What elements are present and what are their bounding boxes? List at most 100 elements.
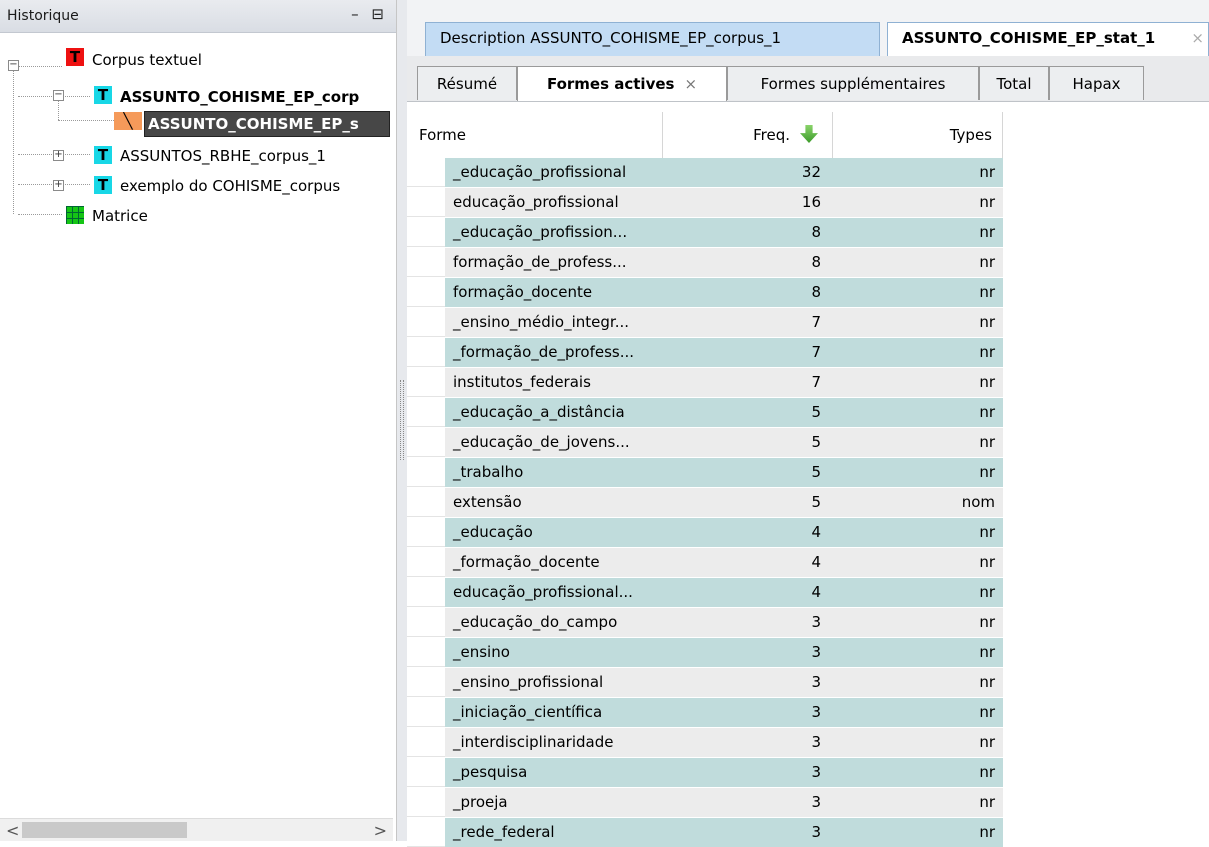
table-row[interactable]: formação_de_profess... 8 nr: [407, 248, 1209, 277]
cell-type: nr: [833, 398, 1003, 427]
tab-resume[interactable]: Résumé: [417, 66, 517, 100]
table-row[interactable]: _educação_a_distância 5 nr: [407, 398, 1209, 427]
table-row[interactable]: educação_profissional... 4 nr: [407, 578, 1209, 607]
row-empty-area: [1003, 248, 1209, 277]
cell-forme: _educação_profissional: [445, 158, 663, 187]
row-empty-area: [1003, 458, 1209, 487]
cell-type: nr: [833, 248, 1003, 277]
cell-type: nr: [833, 758, 1003, 787]
tab-label: Description ASSUNTO_COHISME_EP_corpus_1: [440, 29, 782, 47]
cell-freq: 8: [663, 278, 833, 307]
text-corpus-icon: T: [94, 86, 112, 104]
table-row[interactable]: _educação_profission... 8 nr: [407, 218, 1209, 247]
row-empty-area: [1003, 668, 1209, 697]
cell-freq: 8: [663, 218, 833, 247]
collapse-icon[interactable]: −: [53, 90, 64, 101]
table-row[interactable]: _educação_de_jovens... 5 nr: [407, 428, 1209, 457]
cell-freq: 5: [663, 428, 833, 457]
history-panel-title: Historique: [7, 8, 79, 24]
table-row[interactable]: _proeja 3 nr: [407, 788, 1209, 817]
cell-type: nr: [833, 578, 1003, 607]
row-empty-area: [1003, 368, 1209, 397]
tab-total[interactable]: Total: [979, 66, 1049, 100]
cell-freq: 4: [663, 548, 833, 577]
cell-forme: _ensino: [445, 638, 663, 667]
scroll-left-button[interactable]: <: [6, 821, 19, 840]
close-icon[interactable]: ×: [1191, 23, 1204, 53]
collapse-icon[interactable]: −: [8, 60, 19, 71]
table-row[interactable]: _formação_de_profess... 7 nr: [407, 338, 1209, 367]
table-row[interactable]: _pesquisa 3 nr: [407, 758, 1209, 787]
matrix-grid-icon: [66, 206, 84, 224]
column-header-types[interactable]: Types: [833, 112, 1003, 158]
panel-window-controls[interactable]: – ⊟: [351, 5, 388, 23]
table-row[interactable]: _rede_federal 3 nr: [407, 818, 1209, 847]
cell-type: nr: [833, 458, 1003, 487]
cell-forme: institutos_federais: [445, 368, 663, 397]
cell-type: nr: [833, 608, 1003, 637]
cell-forme: _educação_do_campo: [445, 608, 663, 637]
tree-node-corpus-textuel[interactable]: − T Corpus textuel: [0, 48, 396, 78]
row-empty-area: [1003, 698, 1209, 727]
tree-node-label: exemplo do COHISME_corpus: [120, 177, 341, 195]
table-row[interactable]: institutos_federais 7 nr: [407, 368, 1209, 397]
row-empty-area: [1003, 818, 1209, 847]
row-empty-area: [1003, 308, 1209, 337]
table-row[interactable]: _educação_do_campo 3 nr: [407, 608, 1209, 637]
tree-node-assunto-cohisme-ep-corpus[interactable]: − T ASSUNTO_COHISME_EP_corp: [0, 82, 396, 108]
table-row[interactable]: _ensino 3 nr: [407, 638, 1209, 667]
cell-type: nr: [833, 818, 1003, 847]
cell-type: nr: [833, 668, 1003, 697]
table-row[interactable]: formação_docente 8 nr: [407, 278, 1209, 307]
scroll-right-button[interactable]: >: [374, 821, 387, 840]
table-row[interactable]: _educação_profissional 32 nr: [407, 158, 1209, 187]
tree-node-label: ASSUNTOS_RBHE_corpus_1: [120, 147, 326, 165]
tree-node-assunto-cohisme-ep-stat[interactable]: ╲ ASSUNTO_COHISME_EP_s: [0, 110, 396, 137]
table-row[interactable]: _iniciação_científica 3 nr: [407, 698, 1209, 727]
tab-formes-actives[interactable]: Formes actives ×: [517, 66, 727, 101]
cell-freq: 4: [663, 578, 833, 607]
expand-icon[interactable]: +: [53, 150, 64, 161]
table-row[interactable]: educação_profissional 16 nr: [407, 188, 1209, 217]
column-header-forme[interactable]: Forme: [407, 112, 663, 158]
tree-node-exemplo-cohisme-corpus[interactable]: + T exemplo do COHISME_corpus: [0, 172, 396, 198]
tree-node-label: Matrice: [92, 207, 148, 225]
close-icon[interactable]: ×: [684, 75, 697, 93]
table-row[interactable]: _educação 4 nr: [407, 518, 1209, 547]
row-empty-area: [1003, 218, 1209, 247]
column-header-freq[interactable]: Freq.: [663, 112, 833, 158]
table-row[interactable]: _formação_docente 4 nr: [407, 548, 1209, 577]
tree-node-assuntos-rbhe-corpus[interactable]: + T ASSUNTOS_RBHE_corpus_1: [0, 142, 396, 168]
tab-formes-supplementaires[interactable]: Formes supplémentaires: [727, 66, 979, 100]
cell-forme: _pesquisa: [445, 758, 663, 787]
scroll-thumb[interactable]: [22, 822, 187, 838]
tree-node-matrice[interactable]: Matrice: [0, 202, 396, 228]
table-row[interactable]: _ensino_profissional 3 nr: [407, 668, 1209, 697]
tab-hapax[interactable]: Hapax: [1049, 66, 1144, 100]
cell-type: nr: [833, 518, 1003, 547]
cell-forme: extensão: [445, 488, 663, 517]
text-corpus-icon: T: [94, 146, 112, 164]
cell-freq: 3: [663, 608, 833, 637]
tree-node-label: ASSUNTO_COHISME_EP_corp: [120, 88, 360, 106]
expand-icon[interactable]: +: [53, 180, 64, 191]
cell-freq: 7: [663, 368, 833, 397]
row-empty-area: [1003, 338, 1209, 367]
tab-label: Formes actives: [546, 75, 675, 93]
cell-type: nr: [833, 188, 1003, 217]
tab-description[interactable]: Description ASSUNTO_COHISME_EP_corpus_1: [425, 22, 880, 56]
horizontal-scrollbar[interactable]: < >: [0, 818, 393, 841]
table-row[interactable]: _trabalho 5 nr: [407, 458, 1209, 487]
cell-forme: formação_de_profess...: [445, 248, 663, 277]
table-row[interactable]: _interdisciplinaridade 3 nr: [407, 728, 1209, 757]
text-corpus-icon: T: [66, 48, 84, 66]
cell-type: nom: [833, 488, 1003, 517]
table-header: Forme Freq. Types: [407, 112, 1209, 158]
table-row[interactable]: extensão 5 nom: [407, 488, 1209, 517]
cell-type: nr: [833, 338, 1003, 367]
cell-type: nr: [833, 308, 1003, 337]
history-panel-header: Historique – ⊟: [0, 0, 396, 33]
cell-type: nr: [833, 368, 1003, 397]
tab-stat[interactable]: ASSUNTO_COHISME_EP_stat_1 ×: [887, 22, 1209, 56]
table-row[interactable]: _ensino_médio_integr... 7 nr: [407, 308, 1209, 337]
